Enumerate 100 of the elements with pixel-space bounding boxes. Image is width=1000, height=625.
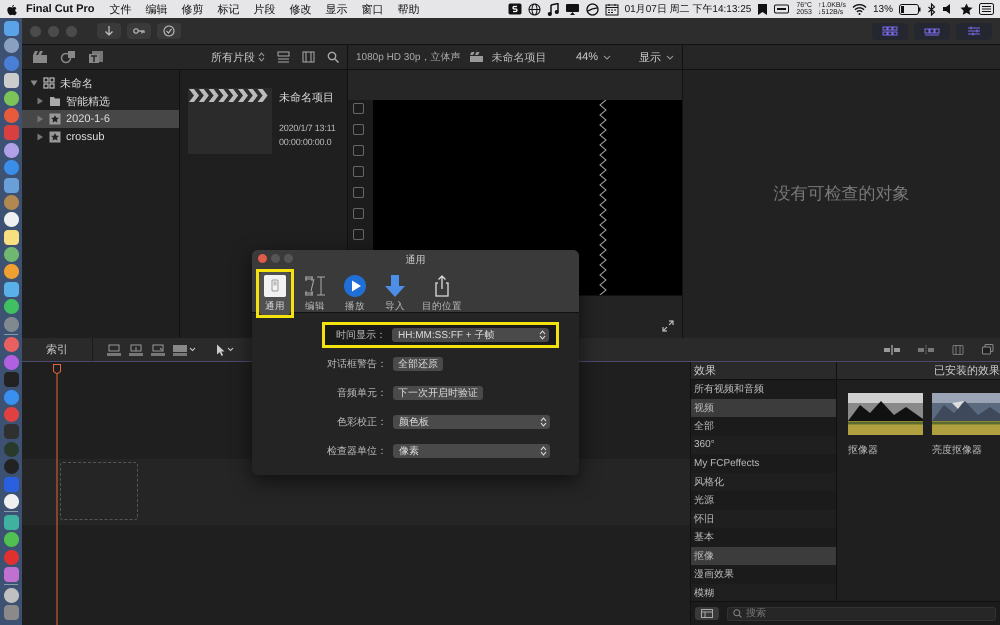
- timeline-layout-button[interactable]: [914, 22, 950, 40]
- solo-icon[interactable]: [952, 344, 964, 354]
- notification-list-icon[interactable]: [979, 3, 994, 15]
- display-icon[interactable]: [564, 2, 580, 16]
- apple-menu-icon[interactable]: [6, 2, 18, 16]
- effect-category[interactable]: 360°: [691, 436, 836, 454]
- globe-icon[interactable]: [528, 2, 541, 16]
- browser-layout-button[interactable]: [872, 22, 908, 40]
- effect-category[interactable]: 怀旧: [691, 510, 836, 528]
- import-button[interactable]: [97, 23, 121, 39]
- zoom-menu[interactable]: 44%: [576, 51, 611, 63]
- audio-skimming-icon[interactable]: [918, 344, 934, 354]
- app-icon[interactable]: [4, 247, 18, 262]
- popup-menu[interactable]: 像素: [393, 444, 550, 458]
- index-button[interactable]: 索引: [22, 338, 93, 361]
- app-icon[interactable]: [4, 21, 18, 36]
- clapper-icon[interactable]: [32, 50, 48, 64]
- app-icon[interactable]: [4, 230, 18, 245]
- app-menu[interactable]: Final Cut Pro: [18, 3, 102, 15]
- menu-item[interactable]: 帮助: [390, 2, 426, 16]
- background-tasks-button[interactable]: [157, 23, 181, 39]
- preferences-tab[interactable]: 通用: [259, 272, 291, 315]
- effect-category[interactable]: 漫画效果: [691, 565, 836, 584]
- app-icon[interactable]: [4, 514, 18, 530]
- disclosure-triangle-icon[interactable]: [36, 133, 44, 141]
- app-icon[interactable]: [4, 38, 18, 54]
- sidebar-toggle-button[interactable]: [695, 607, 719, 620]
- app-icon[interactable]: [4, 73, 18, 88]
- action-button[interactable]: 下一次开启时验证: [393, 386, 483, 400]
- menu-item[interactable]: 片段: [246, 2, 282, 16]
- menu-item[interactable]: 标记: [210, 2, 246, 16]
- disclosure-triangle-icon[interactable]: [36, 115, 44, 123]
- effect-category[interactable]: 基本: [691, 528, 836, 546]
- disclosure-triangle-icon[interactable]: [30, 79, 38, 87]
- fullscreen-icon[interactable]: [662, 320, 674, 332]
- bluetooth-icon[interactable]: [927, 2, 936, 16]
- skimming-icon[interactable]: [884, 344, 900, 354]
- monitor-icon[interactable]: [774, 4, 790, 14]
- s-app-icon[interactable]: [508, 3, 522, 15]
- insert-clip-icon[interactable]: [129, 344, 143, 356]
- app-icon[interactable]: [4, 282, 18, 297]
- app-icon[interactable]: [4, 532, 18, 548]
- app-icon[interactable]: [4, 90, 18, 106]
- effect-category[interactable]: 全部: [691, 417, 836, 436]
- effect-category[interactable]: 视频: [691, 398, 836, 417]
- action-button[interactable]: 全部还原: [393, 357, 443, 371]
- key-button[interactable]: [127, 23, 151, 39]
- effect-category[interactable]: 光源: [691, 491, 836, 510]
- bookmark-icon[interactable]: [757, 2, 768, 16]
- disclosure-triangle-icon[interactable]: [36, 97, 44, 105]
- preferences-tab[interactable]: 播放: [339, 272, 371, 315]
- popup-menu[interactable]: 颜色板: [393, 415, 550, 429]
- search-icon[interactable]: [327, 51, 339, 63]
- effect-category[interactable]: 所有视频和音频: [691, 380, 836, 398]
- battery-icon[interactable]: [899, 4, 921, 14]
- effect-item[interactable]: 亮度抠像器: [932, 393, 1000, 457]
- project-thumbnail[interactable]: [188, 88, 272, 154]
- tool-menu[interactable]: [216, 344, 234, 356]
- star-icon[interactable]: [960, 3, 973, 15]
- app-icon[interactable]: [4, 178, 18, 193]
- menu-item[interactable]: 修剪: [174, 2, 210, 16]
- search-field[interactable]: 搜索: [727, 606, 996, 620]
- effect-category[interactable]: My FCPeffects: [691, 454, 836, 472]
- effect-category[interactable]: 模糊: [691, 584, 836, 601]
- snapping-icon[interactable]: [982, 344, 994, 355]
- app-icon[interactable]: [4, 212, 18, 228]
- effect-category[interactable]: 风格化: [691, 472, 836, 491]
- app-icon[interactable]: [4, 299, 18, 314]
- append-clip-icon[interactable]: [151, 344, 165, 356]
- effect-category[interactable]: 抠像: [691, 546, 836, 565]
- popup-menu[interactable]: HH:MM:SS:FF + 子帧: [392, 328, 549, 342]
- app-icon[interactable]: [4, 142, 18, 158]
- menu-item[interactable]: 编辑: [138, 2, 174, 16]
- clip-filter-menu[interactable]: 所有片段: [211, 50, 265, 64]
- preferences-tab[interactable]: 导入: [379, 272, 411, 315]
- music-note-icon[interactable]: [546, 2, 559, 16]
- library-item[interactable]: crossub: [22, 128, 179, 146]
- connect-clip-icon[interactable]: [107, 344, 121, 356]
- menu-item[interactable]: 文件: [102, 2, 138, 16]
- titles-icon[interactable]: [88, 50, 104, 64]
- clock-text[interactable]: 01月07日 周二 下午14:13:25: [624, 2, 752, 16]
- wifi-icon[interactable]: [852, 3, 867, 15]
- calendar-icon[interactable]: [604, 2, 619, 16]
- inspector-layout-button[interactable]: [956, 22, 992, 40]
- preferences-tab[interactable]: 目的位置: [419, 272, 465, 315]
- overwrite-menu[interactable]: [173, 344, 196, 356]
- view-menu[interactable]: 显示: [639, 50, 674, 64]
- menu-item[interactable]: 显示: [318, 2, 354, 16]
- gauge-icon[interactable]: [586, 2, 599, 16]
- effect-item[interactable]: 抠像器: [848, 393, 923, 457]
- menu-item[interactable]: 修改: [282, 2, 318, 16]
- app-icon[interactable]: [4, 264, 18, 280]
- app-icon[interactable]: [4, 494, 18, 509]
- filmstrip-icon[interactable]: [302, 51, 315, 63]
- menu-item[interactable]: 窗口: [354, 2, 390, 16]
- library-item[interactable]: 2020-1-6: [22, 110, 179, 128]
- library-item[interactable]: 智能精选: [22, 92, 179, 110]
- app-icon[interactable]: [4, 588, 18, 603]
- photos-and-audio-icon[interactable]: [60, 50, 76, 64]
- list-view-icon[interactable]: [277, 51, 290, 63]
